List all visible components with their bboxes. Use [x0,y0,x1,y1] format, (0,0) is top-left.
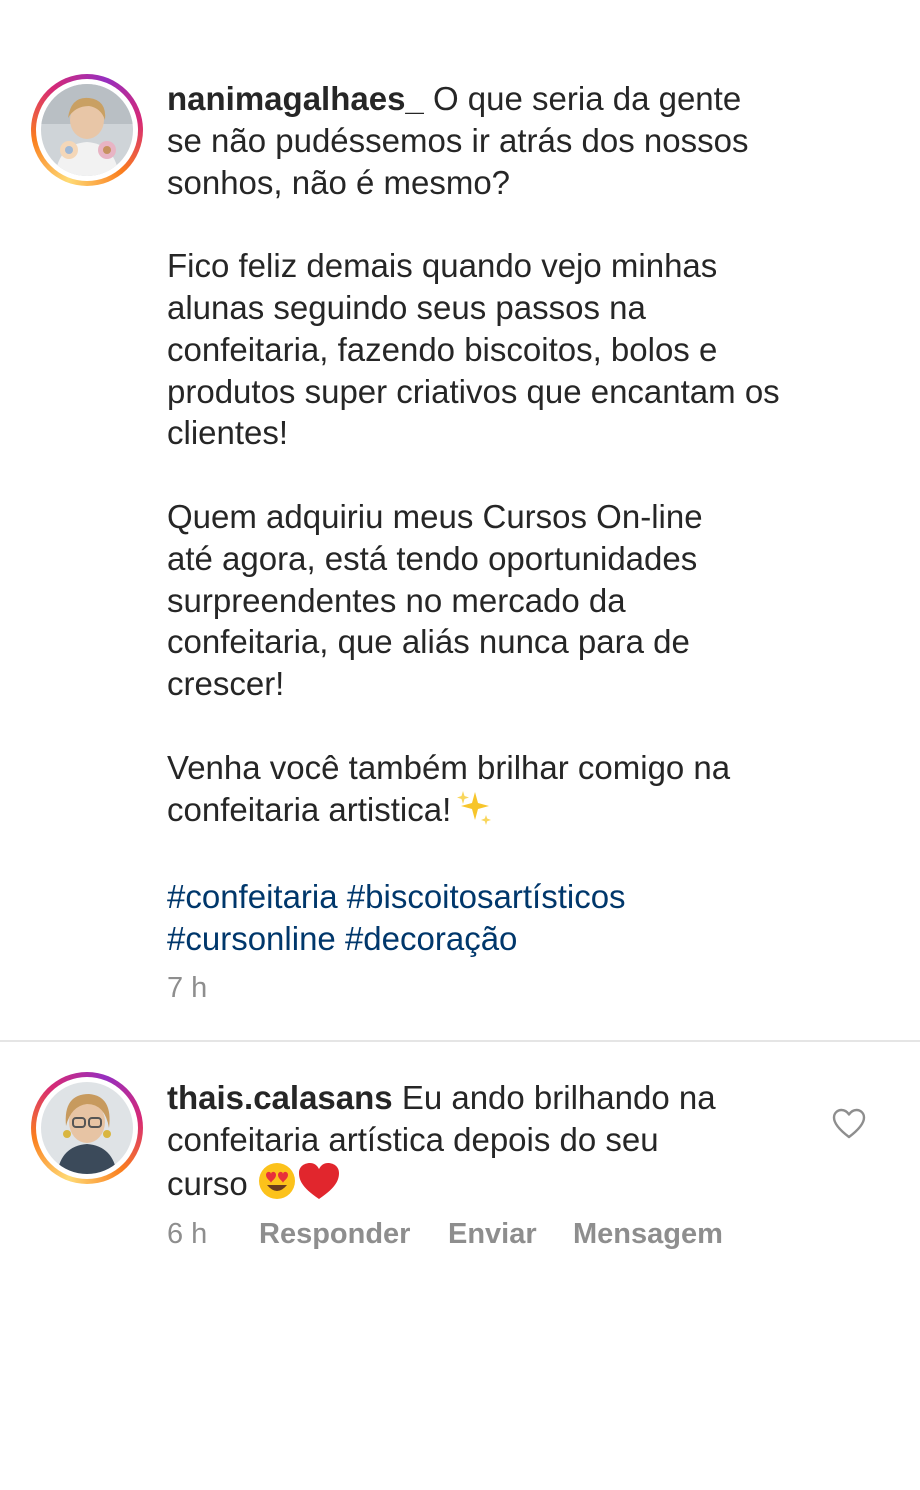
comment-text: thais.calasans Eu ando brilhando na conf… [167,1077,807,1210]
avatar[interactable] [41,84,133,176]
message-button[interactable]: Mensagem [573,1218,723,1251]
caption-paragraph-4: Venha você também brilhar comigo na conf… [167,748,731,828]
avatar[interactable] [41,1082,133,1174]
caption-paragraph-3: Quem adquiriu meus Cursos On-line até ag… [167,497,703,703]
sparkles-icon [455,789,493,835]
story-ring[interactable] [31,74,143,186]
heart-outline-icon[interactable] [832,1108,866,1140]
post-username[interactable]: nanimagalhaes_ [167,80,424,117]
comment-username[interactable]: thais.calasans [167,1079,393,1116]
profile-photo-icon [41,84,133,176]
hashtag-link[interactable]: #confeitaria [167,878,338,915]
comment-timestamp: 6 h [167,1218,208,1250]
divider [0,1040,920,1042]
post-caption: nanimagalhaes_ O que seria da gente se n… [0,0,920,1040]
reply-button[interactable]: Responder [259,1218,410,1251]
hashtag-link[interactable]: #cursonline [167,920,336,957]
heart-eyes-emoji-icon [257,1161,297,1211]
caption-text: nanimagalhaes_ O que seria da gente se n… [167,78,867,960]
hashtag-list: #confeitaria #biscoitosartísticos #curso… [167,876,867,960]
send-button[interactable]: Enviar [448,1218,537,1251]
story-ring[interactable] [31,1072,143,1184]
post-timestamp: 7 h [167,972,208,1004]
hashtag-link[interactable]: #biscoitosartísticos [347,878,626,915]
red-heart-emoji-icon [297,1161,341,1211]
hashtag-link[interactable]: #decoração [345,920,517,957]
profile-photo-icon [41,1082,133,1174]
caption-paragraph-2: Fico feliz demais quando vejo minhas alu… [167,247,780,452]
